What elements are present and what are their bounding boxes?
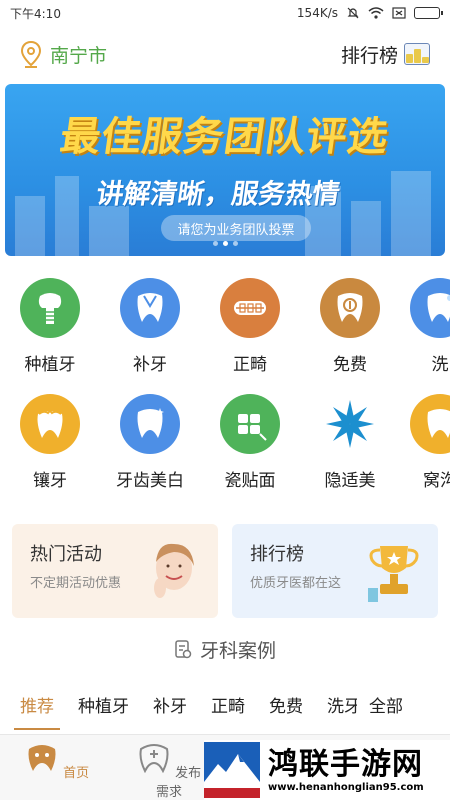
promo-banner[interactable]: 最佳服务团队评选 讲解清晰，服务热情 请您为业务团队投票 bbox=[5, 84, 445, 256]
home-tooth-icon bbox=[28, 745, 56, 771]
ranking-link[interactable]: 排行榜 bbox=[341, 41, 430, 68]
category-label: 补牙 bbox=[133, 355, 167, 375]
cases-section-title: 牙科案例 bbox=[0, 636, 450, 663]
nav-post-request[interactable]: 发布需求 bbox=[134, 741, 204, 800]
tooth-filling-icon bbox=[120, 278, 180, 338]
top-header: 南宁市 排行榜 bbox=[0, 26, 450, 82]
case-tabs: 推荐 种植牙 补牙 正畸 免费 洗牙 全部 bbox=[0, 684, 450, 730]
tab-recommended[interactable]: 推荐 bbox=[14, 692, 60, 730]
category-sealant[interactable]: 窝沟 bbox=[400, 394, 450, 491]
category-free[interactable]: 免费 bbox=[310, 278, 390, 375]
nav-home-label: 首页 bbox=[63, 766, 90, 781]
status-time: 下午4:10 bbox=[10, 6, 61, 21]
category-row-1: 种植牙 补牙 正畸 免费 洗 bbox=[0, 278, 450, 388]
banner-vote-pill: 请您为业务团队投票 bbox=[161, 215, 311, 241]
mute-icon bbox=[347, 7, 359, 19]
watermark-title: 鸿联手游网 bbox=[268, 746, 423, 782]
category-whitening[interactable]: 牙齿美白 bbox=[110, 394, 190, 491]
wifi-icon bbox=[368, 7, 384, 19]
banner-dot-active bbox=[222, 241, 228, 246]
tab-filling[interactable]: 补牙 bbox=[153, 692, 187, 717]
category-invisalign[interactable]: 隐适美 bbox=[310, 394, 390, 491]
tab-orthodontics[interactable]: 正畸 bbox=[211, 692, 245, 717]
hot-activity-card[interactable]: 热门活动 不定期活动优惠 bbox=[12, 524, 218, 618]
city-selector[interactable]: 南宁市 bbox=[20, 40, 107, 68]
category-label: 种植牙 bbox=[24, 355, 76, 375]
category-label: 窝沟 bbox=[423, 471, 450, 491]
category-filling[interactable]: 补牙 bbox=[110, 278, 190, 375]
category-label: 镶牙 bbox=[33, 471, 67, 491]
smiling-woman-image bbox=[154, 543, 194, 598]
tab-cleaning[interactable]: 洗牙 bbox=[327, 692, 357, 717]
podium-icon bbox=[404, 43, 430, 65]
city-name: 南宁市 bbox=[50, 44, 108, 67]
watermark-url: www.henanhonglian95.com bbox=[268, 781, 424, 793]
veneer-icon bbox=[220, 394, 280, 454]
status-icons: 154K/s bbox=[296, 6, 443, 20]
category-label: 洗 bbox=[431, 355, 449, 375]
watermark-logo bbox=[204, 742, 260, 798]
category-label: 正畸 bbox=[233, 355, 267, 375]
watermark-text: 鸿联手游网 www.henanhonglian95.com bbox=[268, 746, 424, 793]
whitening-icon bbox=[120, 394, 180, 454]
fissure-sealant-icon bbox=[410, 394, 450, 454]
implant-tooth-icon bbox=[20, 278, 80, 338]
tooth-cleaning-icon bbox=[410, 278, 450, 338]
category-label: 免费 bbox=[333, 355, 367, 375]
battery-icon bbox=[414, 7, 443, 19]
category-veneer[interactable]: 瓷贴面 bbox=[210, 394, 290, 491]
category-orthodontics[interactable]: 正畸 bbox=[210, 278, 290, 375]
ranking-card[interactable]: 排行榜 优质牙医都在这 bbox=[232, 524, 438, 618]
tab-implant[interactable]: 种植牙 bbox=[78, 692, 129, 717]
banner-dot bbox=[232, 241, 238, 246]
category-label: 牙齿美白 bbox=[116, 471, 184, 491]
nav-home[interactable]: 首页 bbox=[22, 741, 92, 781]
banner-pagination bbox=[5, 241, 445, 246]
banner-title: 最佳服务团队评选 bbox=[57, 114, 392, 160]
banner-dot bbox=[212, 241, 218, 246]
banner-subtitle: 讲解清晰，服务热情 bbox=[94, 179, 342, 210]
post-request-icon bbox=[139, 744, 169, 774]
ranking-label: 排行榜 bbox=[340, 44, 398, 67]
category-row-2: 镶牙 牙齿美白 瓷贴面 隐适美 窝沟 bbox=[0, 394, 450, 504]
braces-icon bbox=[220, 278, 280, 338]
cases-title-text: 牙科案例 bbox=[199, 640, 276, 662]
trophy-icon bbox=[368, 546, 419, 602]
category-implant[interactable]: 种植牙 bbox=[10, 278, 90, 375]
tab-all[interactable]: 全部 bbox=[369, 692, 403, 717]
invisalign-icon bbox=[320, 394, 380, 454]
network-speed: 154K/s bbox=[296, 6, 338, 20]
tab-free[interactable]: 免费 bbox=[269, 692, 303, 717]
crown-tooth-icon bbox=[20, 394, 80, 454]
location-pin-icon bbox=[20, 40, 42, 68]
case-document-icon bbox=[175, 639, 192, 658]
category-label: 隐适美 bbox=[324, 471, 376, 491]
free-icon bbox=[320, 278, 380, 338]
sim-icon bbox=[392, 7, 406, 19]
site-watermark: 鸿联手游网 www.henanhonglian95.com bbox=[204, 740, 450, 800]
category-label: 瓷贴面 bbox=[224, 471, 276, 491]
category-cleaning[interactable]: 洗 bbox=[400, 278, 450, 375]
status-bar: 下午4:10 154K/s bbox=[0, 0, 450, 26]
category-crown[interactable]: 镶牙 bbox=[10, 394, 90, 491]
